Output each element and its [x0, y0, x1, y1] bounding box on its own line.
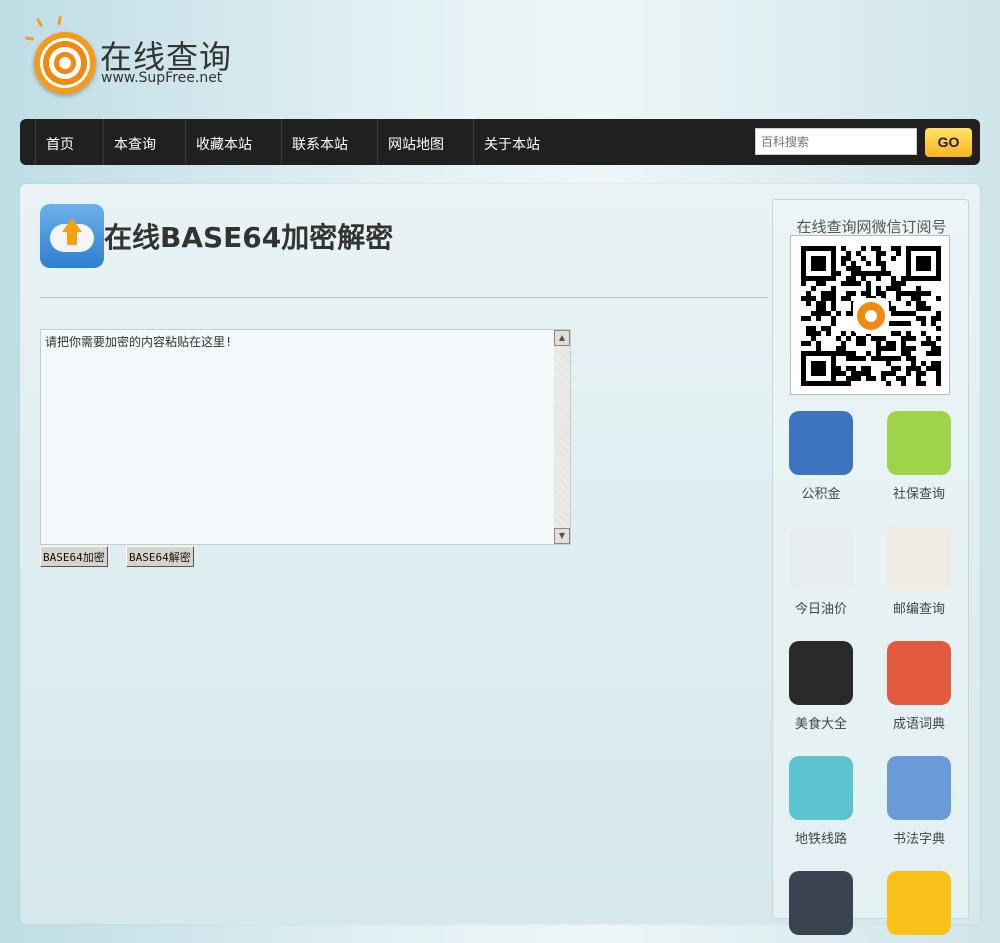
app-item[interactable]	[879, 871, 959, 943]
nav-this-query[interactable]: 本查询	[103, 119, 156, 165]
qr-code	[790, 235, 950, 395]
app-item[interactable]: 美食大全	[781, 641, 861, 732]
nav-bookmark[interactable]: 收藏本站	[185, 119, 252, 165]
cloud-upload-icon	[40, 204, 104, 268]
app-icon[interactable]	[887, 641, 951, 705]
app-label[interactable]: 地铁线路	[781, 828, 861, 847]
app-label[interactable]: 公积金	[781, 483, 861, 502]
encode-button[interactable]: BASE64加密	[40, 546, 108, 567]
app-item[interactable]: 邮编查询	[879, 526, 959, 617]
app-item[interactable]: 地铁线路	[781, 756, 861, 847]
spiral-logo-icon	[34, 32, 96, 94]
main-nav: 首页 本查询 收藏本站 联系本站 网站地图 关于本站 GO	[20, 119, 980, 165]
app-item[interactable]: 书法字典	[879, 756, 959, 847]
nav-contact[interactable]: 联系本站	[281, 119, 348, 165]
qr-code-image	[801, 246, 941, 386]
app-icon[interactable]	[789, 756, 853, 820]
page-title: 在线BASE64加密解密	[104, 221, 394, 254]
app-label[interactable]: 社保查询	[879, 483, 959, 502]
app-label[interactable]: 美食大全	[781, 713, 861, 732]
app-icon[interactable]	[789, 411, 853, 475]
logo-ray	[57, 15, 62, 26]
scroll-up-icon[interactable]: ▲	[554, 330, 570, 346]
content-textarea[interactable]: 请把你需要加密的内容粘贴在这里! ▲ ▼	[40, 329, 571, 545]
scroll-down-icon[interactable]: ▼	[554, 528, 570, 544]
divider	[40, 297, 768, 298]
scrollbar[interactable]: ▲ ▼	[554, 330, 570, 544]
textarea-value[interactable]: 请把你需要加密的内容粘贴在这里!	[45, 333, 232, 350]
app-icon[interactable]	[887, 411, 951, 475]
app-icon[interactable]	[887, 871, 951, 935]
sidebar-title: 在线查询网微信订阅号	[796, 218, 947, 236]
app-item[interactable]: 成语词典	[879, 641, 959, 732]
app-label[interactable]: 邮编查询	[879, 598, 959, 617]
app-icon[interactable]	[887, 526, 951, 590]
logo-url: www.SupFree.net	[101, 70, 223, 86]
logo-ray	[35, 17, 44, 28]
logo-ray	[24, 36, 35, 41]
app-label[interactable]: 成语词典	[879, 713, 959, 732]
app-icon[interactable]	[887, 756, 951, 820]
app-label[interactable]: 书法字典	[879, 828, 959, 847]
site-logo[interactable]: 在线查询 www.SupFree.net	[24, 15, 244, 98]
app-item[interactable]: 今日油价	[781, 526, 861, 617]
go-button[interactable]: GO	[925, 128, 972, 157]
app-item[interactable]: 公积金	[781, 411, 861, 502]
app-icon[interactable]	[789, 871, 853, 935]
app-item[interactable]: 社保查询	[879, 411, 959, 502]
nav-home[interactable]: 首页	[35, 119, 74, 165]
nav-sitemap[interactable]: 网站地图	[377, 119, 444, 165]
search-input[interactable]	[755, 128, 917, 155]
sidebar: 在线查询网微信订阅号 公积金 社保查询今日油价 邮编查询美食大全 成语词典地铁线路 书法…	[772, 199, 969, 935]
app-icon[interactable]	[789, 526, 853, 590]
decode-button[interactable]: BASE64解密	[126, 546, 194, 567]
app-icon[interactable]	[789, 641, 853, 705]
app-label[interactable]: 今日油价	[781, 598, 861, 617]
app-item[interactable]	[781, 871, 861, 943]
nav-about[interactable]: 关于本站	[473, 119, 540, 165]
